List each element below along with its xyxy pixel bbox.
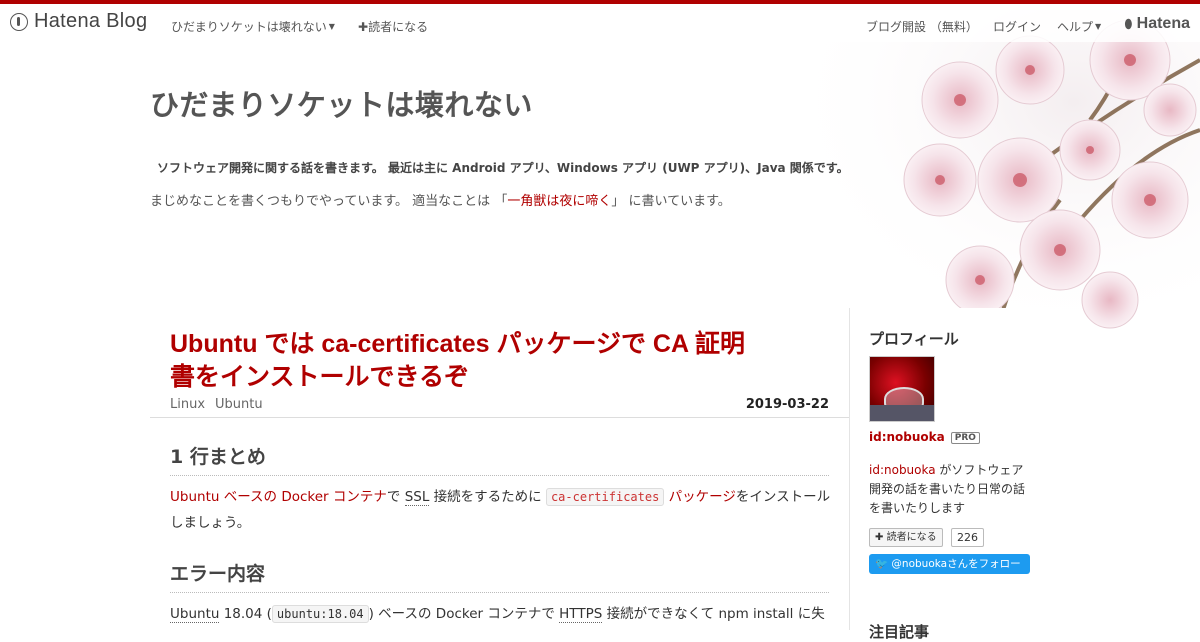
blog-subdescription: まじめなことを書くつもりでやっています。 適当なことは 「一角獣は夜に啼く」 に… xyxy=(150,190,731,209)
inline-code: ubuntu:18.04 xyxy=(271,605,369,623)
hatena-label: Hatena xyxy=(1136,15,1190,32)
inline-code: ca-certificates xyxy=(545,488,665,506)
plus-icon: ✚ xyxy=(875,532,884,543)
profile-bio: id:nobuoka がソフトウェア開発の話を書いたり日常の話を書いたりします xyxy=(869,461,1034,518)
section-heading: エラー内容 xyxy=(170,559,829,593)
https-keyword-link[interactable]: HTTPS xyxy=(559,606,603,623)
package-link[interactable]: パッケージ xyxy=(669,489,736,505)
entry-article: Ubuntu では ca-certificates パッケージで CA 証明書を… xyxy=(150,308,850,630)
bio-id-link[interactable]: id:nobuoka xyxy=(869,463,936,477)
category-link[interactable]: Ubuntu xyxy=(215,397,263,412)
entry-date[interactable]: 2019-03-22 xyxy=(746,397,829,412)
global-header: Hatena Blog ひだまりソケットは壊れない ▼ ✚読者になる ブログ開設 … xyxy=(0,0,1200,42)
sidebar: プロフィール id:nobuoka PRO id:nobuoka がソフトウェア開… xyxy=(850,308,1050,641)
user-id-link[interactable]: id:nobuoka xyxy=(869,430,945,444)
text: で xyxy=(386,489,405,505)
help-label: ヘルプ xyxy=(1057,20,1094,34)
twitter-bird-icon: 🐦 xyxy=(875,558,889,570)
error-paragraph: Ubuntu 18.04 (ubuntu:18.04) ベースの Docker … xyxy=(170,601,835,627)
blog-title[interactable]: ひだまりソケットは壊れない xyxy=(150,82,533,124)
blog-menu-label: ひだまりソケットは壊れない xyxy=(171,20,327,34)
blog-menu[interactable]: ひだまりソケットは壊れない ▼ xyxy=(171,18,335,35)
divider xyxy=(150,417,849,418)
entry-title[interactable]: Ubuntu では ca-certificates パッケージで CA 証明書を… xyxy=(170,328,770,394)
sister-blog-link[interactable]: 一角獣は夜に啼く xyxy=(507,194,611,209)
help-menu[interactable]: ヘルプ ▼ xyxy=(1057,18,1101,35)
ssl-keyword-link[interactable]: SSL xyxy=(404,489,430,506)
reader-count[interactable]: 226 xyxy=(951,528,984,547)
profile-heading: プロフィール xyxy=(869,330,959,348)
summary-paragraph: Ubuntu ベースの Docker コンテナで SSL 接続をするために ca… xyxy=(170,484,835,536)
twitter-follow-button[interactable]: 🐦 @nobuokaさんをフォロー xyxy=(869,554,1030,574)
section-heading: 1 行まとめ xyxy=(170,442,829,476)
desc-prefix: まじめなことを書くつもりでやっています。 適当なことは 「 xyxy=(150,194,508,209)
login-link[interactable]: ログイン xyxy=(993,18,1041,35)
featured-heading: 注目記事 xyxy=(869,623,930,641)
profile-id-line: id:nobuoka PRO xyxy=(869,430,980,444)
subscribe-button[interactable]: ✚ 読者になる xyxy=(869,528,943,547)
hatena-logo-icon xyxy=(10,12,28,31)
text: 接続ができなくて npm install に失 xyxy=(602,606,825,622)
text: 18.04 ( xyxy=(219,606,272,622)
plus-icon: ✚ xyxy=(358,20,369,34)
pro-badge[interactable]: PRO xyxy=(950,432,980,444)
subscribe-button-label: 読者になる xyxy=(886,532,937,543)
category-link[interactable]: Linux xyxy=(170,397,205,412)
hatena-blog-logo[interactable]: Hatena Blog xyxy=(10,10,147,33)
hatena-small-icon: ⬮ xyxy=(1124,17,1133,31)
caret-down-icon: ▼ xyxy=(1095,22,1102,31)
hatena-link[interactable]: ⬮ Hatena xyxy=(1125,15,1190,33)
subscribe-link[interactable]: ✚読者になる xyxy=(358,18,428,35)
subscribe-label: 読者になる xyxy=(368,20,429,34)
entry-categories: Linux Ubuntu xyxy=(170,397,273,412)
blog-description: ソフトウェア開発に関する話を書きます。 最近は主に Android アプリ、Wi… xyxy=(157,161,849,175)
twitter-follow-label: @nobuokaさんをフォロー xyxy=(891,558,1021,570)
ubuntu-keyword-link[interactable]: Ubuntu xyxy=(170,606,220,623)
text: ) ベースの Docker コンテナで xyxy=(368,606,560,622)
avatar[interactable] xyxy=(869,356,935,422)
docker-container-link[interactable]: Ubuntu ベースの Docker コンテナ xyxy=(170,489,387,505)
open-blog-link[interactable]: ブログ開設 （無料） xyxy=(866,18,978,35)
caret-down-icon: ▼ xyxy=(328,22,335,31)
text: 接続をするために xyxy=(429,489,546,505)
desc-suffix: 」 に書いています。 xyxy=(611,194,731,209)
logo-text: Hatena Blog xyxy=(34,10,148,32)
